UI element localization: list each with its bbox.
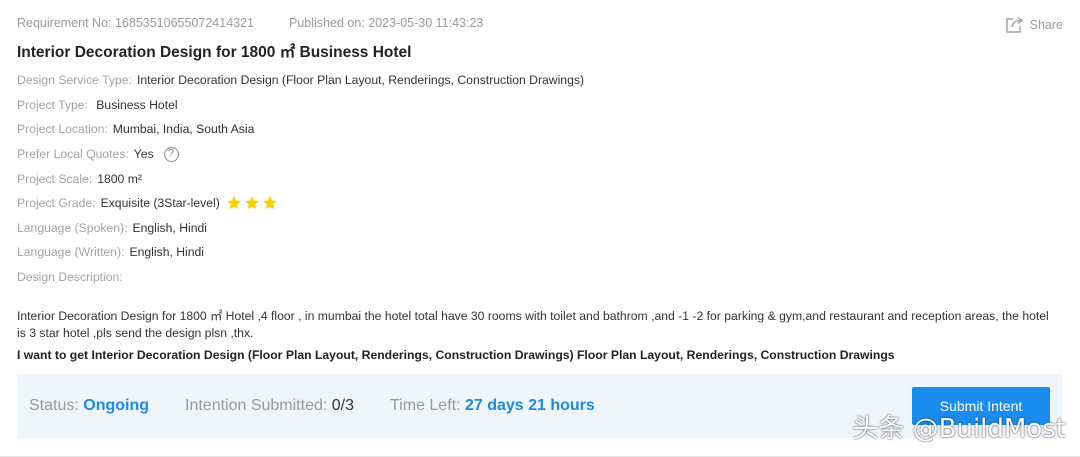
time-left-value: 27 days 21 hours xyxy=(464,397,595,414)
field-value: 1800 m² xyxy=(97,171,142,186)
field-value: English, Hindi xyxy=(129,245,205,260)
field-value: English, Hindi xyxy=(132,220,207,235)
field-value: Business Hotel xyxy=(92,97,178,112)
intention-total: /3 xyxy=(340,397,355,414)
field-label: Project Type: xyxy=(17,97,88,112)
star-icon xyxy=(226,196,241,210)
intention-label: Intention Submitted: xyxy=(185,397,332,414)
field-design-service-type: Design Service Type: Interior Decoration… xyxy=(17,68,584,93)
star-rating xyxy=(226,195,278,211)
field-value: Interior Decoration Design (Floor Plan L… xyxy=(136,73,585,88)
field-language-written: Language (Written): English, Hindi xyxy=(17,240,584,265)
requirement-detail-page: Requirement No: 16853510655072414321 Pub… xyxy=(0,0,1080,457)
time-left-label: Time Left: xyxy=(390,397,465,414)
field-label: Project Grade: xyxy=(17,196,96,211)
status-value: Ongoing xyxy=(83,397,150,414)
field-prefer-local-quotes: Prefer Local Quotes: Yes ? xyxy=(17,142,584,167)
share-button[interactable]: Share xyxy=(1005,16,1063,34)
field-design-description: Design Description: xyxy=(17,265,584,290)
field-label: Design Service Type: xyxy=(17,73,132,88)
field-value: Mumbai, India, South Asia xyxy=(112,122,255,137)
field-language-spoken: Language (Spoken): English, Hindi xyxy=(17,216,584,241)
status-label: Status: xyxy=(29,397,84,414)
help-icon[interactable]: ? xyxy=(163,146,179,162)
star-icon xyxy=(262,196,277,210)
page-title: Interior Decoration Design for 1800 ㎡ Bu… xyxy=(17,44,412,61)
design-description-text: Interior Decoration Design for 1800 ㎡ Ho… xyxy=(17,309,1049,340)
field-project-type: Project Type: Business Hotel xyxy=(17,93,584,118)
requirement-summary: I want to get Interior Decoration Design… xyxy=(17,348,895,362)
field-label: Language (Spoken): xyxy=(17,220,128,235)
star-icon xyxy=(244,196,259,210)
time-left-info: Time Left: 27 days 21 hours xyxy=(390,397,690,415)
field-label: Language (Written): xyxy=(17,245,125,260)
intention-info: Intention Submitted: 0/3 xyxy=(185,397,390,415)
field-value: Exquisite (3Star-level) xyxy=(100,196,220,211)
field-project-location: Project Location: Mumbai, India, South A… xyxy=(17,117,584,142)
field-project-grade: Project Grade: Exquisite (3Star-level) xyxy=(17,191,584,216)
field-label: Design Description: xyxy=(17,270,123,285)
meta-row: Requirement No: 16853510655072414321 Pub… xyxy=(17,16,483,30)
project-fields: Design Service Type: Interior Decoration… xyxy=(17,68,584,289)
field-label: Project Location: xyxy=(17,122,108,137)
field-project-scale: Project Scale: 1800 m² xyxy=(17,166,584,191)
watermark: 头条 @BuildMost xyxy=(852,414,1066,444)
share-icon xyxy=(1005,16,1024,34)
share-label: Share xyxy=(1029,18,1063,32)
status-info: Status: Ongoing xyxy=(29,397,185,415)
field-value: Yes xyxy=(133,147,154,162)
field-label: Project Scale: xyxy=(17,171,93,186)
intention-count: 0 xyxy=(331,397,341,414)
requirement-number: Requirement No: 16853510655072414321 xyxy=(17,16,254,30)
published-date: Published on: 2023-05-30 11:43:23 xyxy=(289,16,484,30)
field-label: Prefer Local Quotes: xyxy=(17,147,129,162)
